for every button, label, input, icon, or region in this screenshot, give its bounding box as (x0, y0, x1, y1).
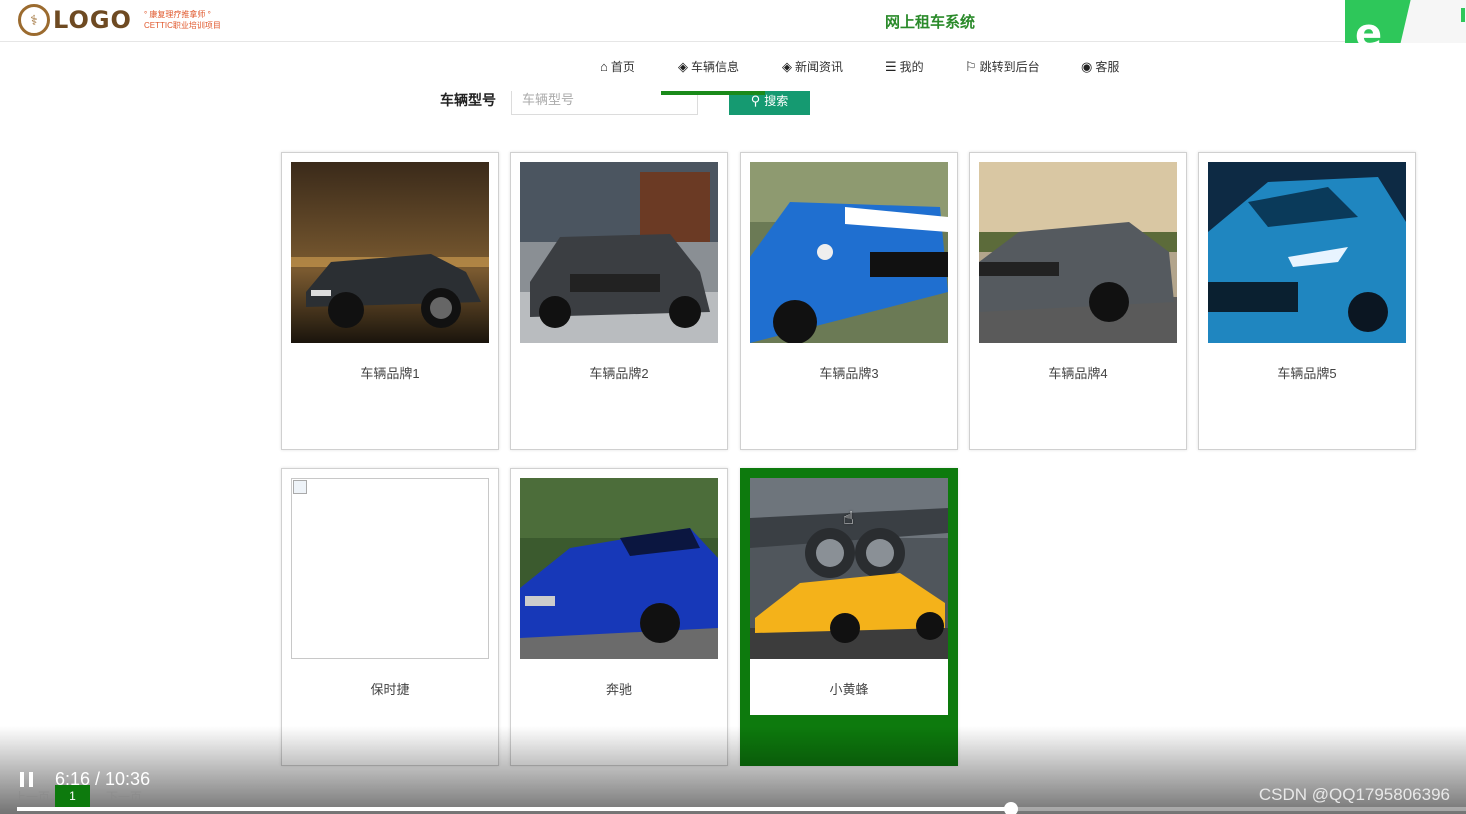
nav-item-label: 车辆信息 (691, 60, 740, 74)
top-header: ⚕ LOGO ° 康复理疗推拿师 ° CETTIC职业培训项目 网上租车系统 (0, 0, 1466, 42)
search-label: 车辆型号 (440, 92, 496, 108)
car-name: 保时捷 (370, 682, 410, 697)
cube-icon: ◈ (782, 58, 792, 74)
logo-sub-line2: CETTIC职业培训项目 (143, 21, 221, 30)
nav-item-label: 跳转到后台 (979, 60, 1040, 74)
video-progress-bar[interactable] (17, 802, 1466, 814)
car-photo (520, 162, 718, 343)
car-name: 车辆品牌3 (819, 366, 879, 381)
site-title: 网上租车系统 (884, 15, 975, 31)
car-photo (1208, 162, 1406, 343)
logo-subtitle: ° 康复理疗推拿师 ° CETTIC职业培训项目 (144, 9, 221, 31)
video-time: 6:16 / 10:36 (55, 769, 151, 789)
car-name: 车辆品牌5 (1277, 366, 1337, 381)
car-name: 车辆品牌4 (1048, 366, 1108, 381)
logo-sub-line1: ° 康复理疗推拿师 ° (143, 10, 211, 19)
flag-icon: ⚐ (965, 58, 977, 74)
car-photo-broken (291, 478, 489, 659)
car-photo (520, 478, 718, 659)
car-card[interactable]: 车辆品牌4 (969, 152, 1187, 450)
pause-button[interactable] (20, 772, 34, 787)
logo-text: LOGO (53, 6, 132, 34)
cube-icon: ◈ (678, 58, 688, 74)
nav-item-label: 新闻资讯 (795, 60, 844, 74)
nav-item-label: 客服 (1095, 60, 1120, 74)
car-photo (750, 478, 948, 659)
nav-item-service[interactable]: ◉ 客服 (1081, 58, 1119, 75)
car-photo (979, 162, 1177, 343)
search-button-label: 搜索 (764, 94, 789, 108)
car-card[interactable]: 奔驰 (510, 468, 728, 766)
main-nav: ⌂ 首页 ◈ 车辆信息 ◈ 新闻资讯 ☰ 我的 ⚐ 跳转到后台 ◉ 客服 (0, 58, 1466, 80)
nav-item-admin[interactable]: ⚐ 跳转到后台 (965, 58, 1040, 75)
list-icon: ☰ (885, 58, 897, 74)
pager-next[interactable]: 下一页 (106, 788, 142, 805)
pager-prev[interactable]: 上一页 (14, 788, 50, 805)
car-name: 小黄蜂 (829, 682, 869, 697)
car-photo (750, 162, 948, 343)
video-progress-handle[interactable] (1004, 802, 1018, 814)
pause-icon (29, 772, 33, 787)
car-card[interactable]: 保时捷 (281, 468, 499, 766)
car-card[interactable]: 车辆品牌3 (740, 152, 958, 450)
broken-image-icon (293, 480, 307, 494)
car-name: 车辆品牌1 (360, 366, 420, 381)
pause-icon (20, 772, 24, 787)
car-name: 车辆品牌2 (589, 366, 649, 381)
logo-seal-icon: ⚕ (18, 4, 50, 36)
site-logo[interactable]: ⚕ LOGO ° 康复理疗推拿师 ° CETTIC职业培训项目 (18, 4, 221, 36)
car-photo (291, 162, 489, 343)
car-card[interactable]: 车辆品牌2 (510, 152, 728, 450)
nav-item-news[interactable]: ◈ 新闻资讯 (782, 58, 843, 75)
nav-item-home[interactable]: ⌂ 首页 (600, 58, 635, 75)
car-card[interactable]: 车辆品牌5 (1198, 152, 1416, 450)
chat-icon: ◉ (1081, 58, 1093, 74)
nav-item-mine[interactable]: ☰ 我的 (885, 58, 924, 75)
video-progress-fill (17, 807, 1011, 811)
csdn-watermark: CSDN @QQ1795806396 (1258, 785, 1450, 804)
car-name: 奔驰 (605, 682, 632, 697)
nav-item-label: 我的 (899, 60, 924, 74)
recorder-indicator-icon (1461, 8, 1465, 22)
nav-item-car-info[interactable]: ◈ 车辆信息 (678, 58, 739, 75)
nav-item-label: 首页 (610, 60, 635, 74)
hand-cursor-icon: ☝ (843, 508, 854, 528)
nav-active-underline (661, 91, 765, 95)
car-card[interactable]: 车辆品牌1 (281, 152, 499, 450)
video-controls-overlay (0, 726, 1466, 814)
home-icon: ⌂ (600, 59, 608, 74)
